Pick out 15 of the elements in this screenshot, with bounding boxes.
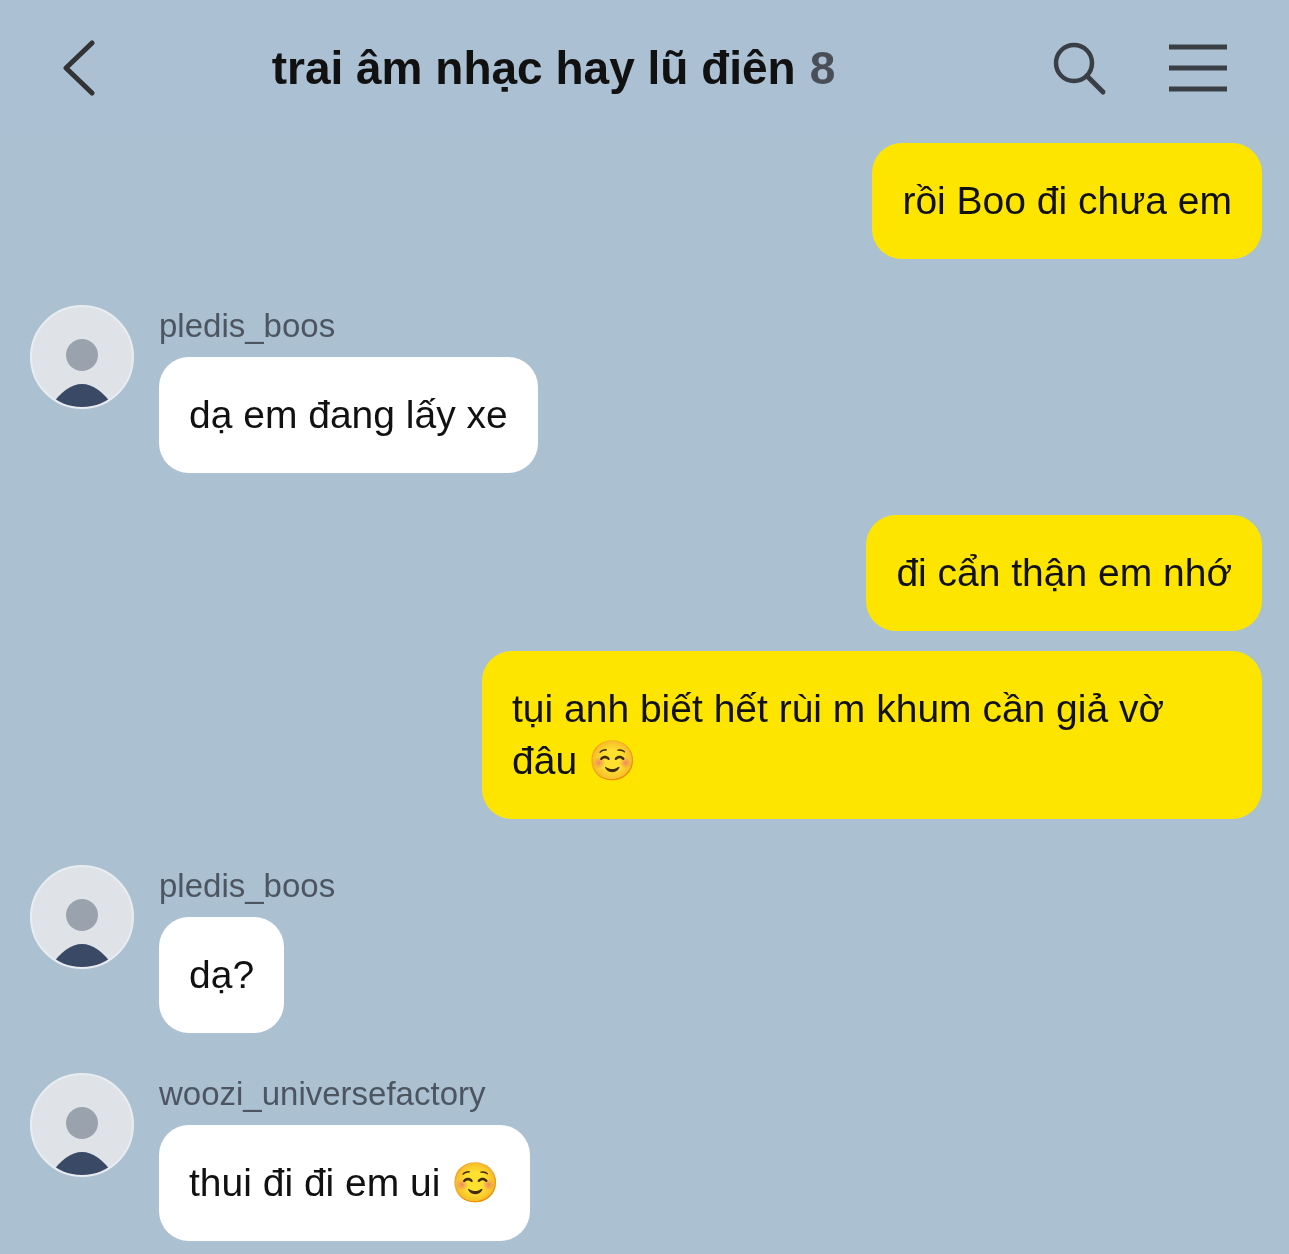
sender-name: woozi_universefactory <box>159 1075 486 1113</box>
back-icon <box>60 39 96 96</box>
message-bubble: dạ em đang lấy xe <box>159 357 538 473</box>
message-bubble: tụi anh biết hết rùi m khum cần giả vờ đâu ☺ <box>482 651 1262 819</box>
menu-button[interactable] <box>1167 42 1229 93</box>
menu-icon <box>1167 42 1229 93</box>
sender-name: pledis_boos <box>159 307 336 345</box>
message-bubble: đi cẩn thận em nhớ <box>866 515 1262 631</box>
message-bubble: thui đi đi em ui ☺ <box>159 1125 531 1241</box>
message-bubble: dạ? <box>159 917 285 1033</box>
chat-title: trai âm nhạc hay lũ điên <box>271 40 796 95</box>
back-button[interactable] <box>60 39 96 96</box>
message-bubble: rồi Boo đi chưa em <box>872 143 1262 259</box>
sender-name: pledis_boos <box>159 867 336 905</box>
member-count: 8 <box>809 40 836 95</box>
